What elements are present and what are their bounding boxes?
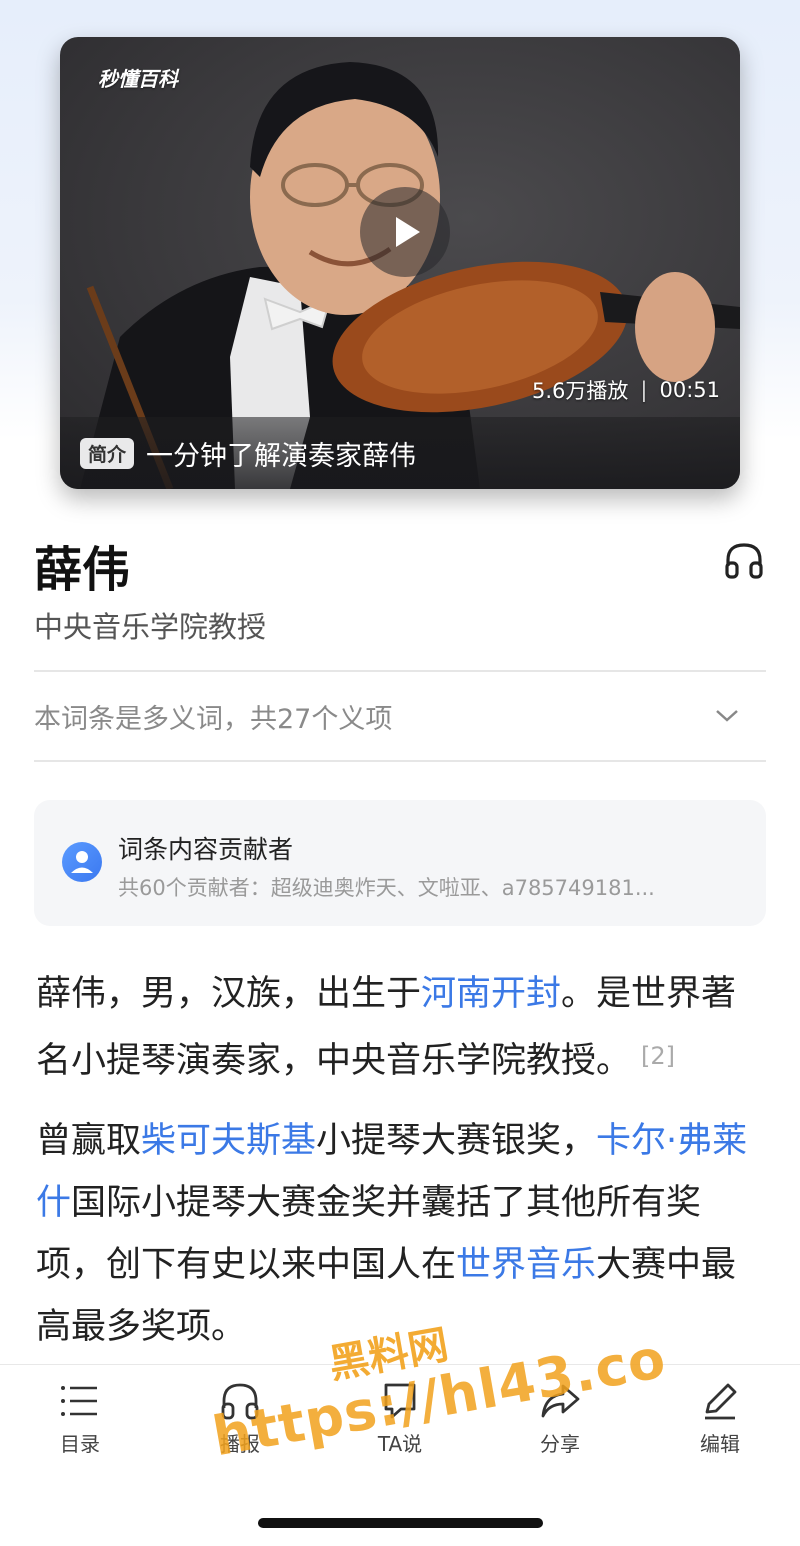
chevron-down-icon (716, 710, 738, 722)
video-card[interactable]: 秒懂百科 5.6万播放 | 00:51 简介 一分钟了解演奏家薛伟 (60, 37, 740, 489)
play-icon (396, 217, 420, 247)
video-caption-bar: 简介 一分钟了解演奏家薛伟 (60, 417, 740, 489)
intro-paragraph: 薛伟，男，汉族，出生于河南开封。是世界著名小提琴演奏家，中央音乐学院教授。 [2] (36, 963, 766, 1092)
video-duration: 00:51 (659, 378, 720, 402)
link-world-music[interactable]: 世界音乐 (456, 1245, 596, 1285)
edit-icon (705, 1383, 737, 1420)
nav-label: 目录 (60, 1432, 100, 1456)
play-button[interactable] (360, 187, 450, 277)
link-tchaikovsky[interactable]: 柴可夫斯基 (141, 1121, 316, 1161)
entry-subtitle: 中央音乐学院教授 (34, 610, 267, 644)
paragraph-text: 薛伟，男，汉族，出生于 (36, 974, 422, 1014)
home-indicator[interactable] (258, 1518, 543, 1528)
link-henan-kaifeng[interactable]: 河南开封 (421, 974, 561, 1014)
entry-title: 薛伟 (34, 542, 131, 598)
paragraph-text: 曾赢取 (36, 1121, 142, 1161)
contributors-summary: 共60个贡献者：超级迪奥炸天、文啦亚、a785749181... (118, 876, 655, 900)
intro-tag: 简介 (80, 437, 135, 469)
nav-label: 编辑 (700, 1432, 740, 1456)
play-count: 5.6万播放 (531, 379, 629, 403)
video-stats: 5.6万播放 | 00:51 (532, 375, 720, 405)
nav-label: 分享 (540, 1432, 580, 1456)
polysemy-text: 本词条是多义词，共27个义项 (34, 703, 393, 735)
brand-logo: 秒懂百科 (98, 67, 178, 91)
video-caption: 一分钟了解演奏家薛伟 (146, 440, 417, 472)
headphone-icon[interactable] (722, 538, 766, 582)
polysemy-selector[interactable]: 本词条是多义词，共27个义项 (34, 672, 766, 760)
paragraph-text: 小提琴大赛银奖， (316, 1121, 597, 1161)
contributors-card[interactable]: 词条内容贡献者 共60个贡献者：超级迪奥炸天、文啦亚、a785749181... (34, 800, 766, 926)
stats-separator: | (640, 378, 648, 402)
nav-catalog-button[interactable]: 目录 (25, 1378, 135, 1468)
list-icon (61, 1386, 97, 1416)
nav-edit-button[interactable]: 编辑 (665, 1378, 775, 1468)
contributors-title: 词条内容贡献者 (118, 835, 294, 864)
divider (34, 760, 766, 762)
citation-link[interactable]: [2] (641, 1042, 675, 1070)
contributor-avatar-icon (62, 842, 102, 882)
